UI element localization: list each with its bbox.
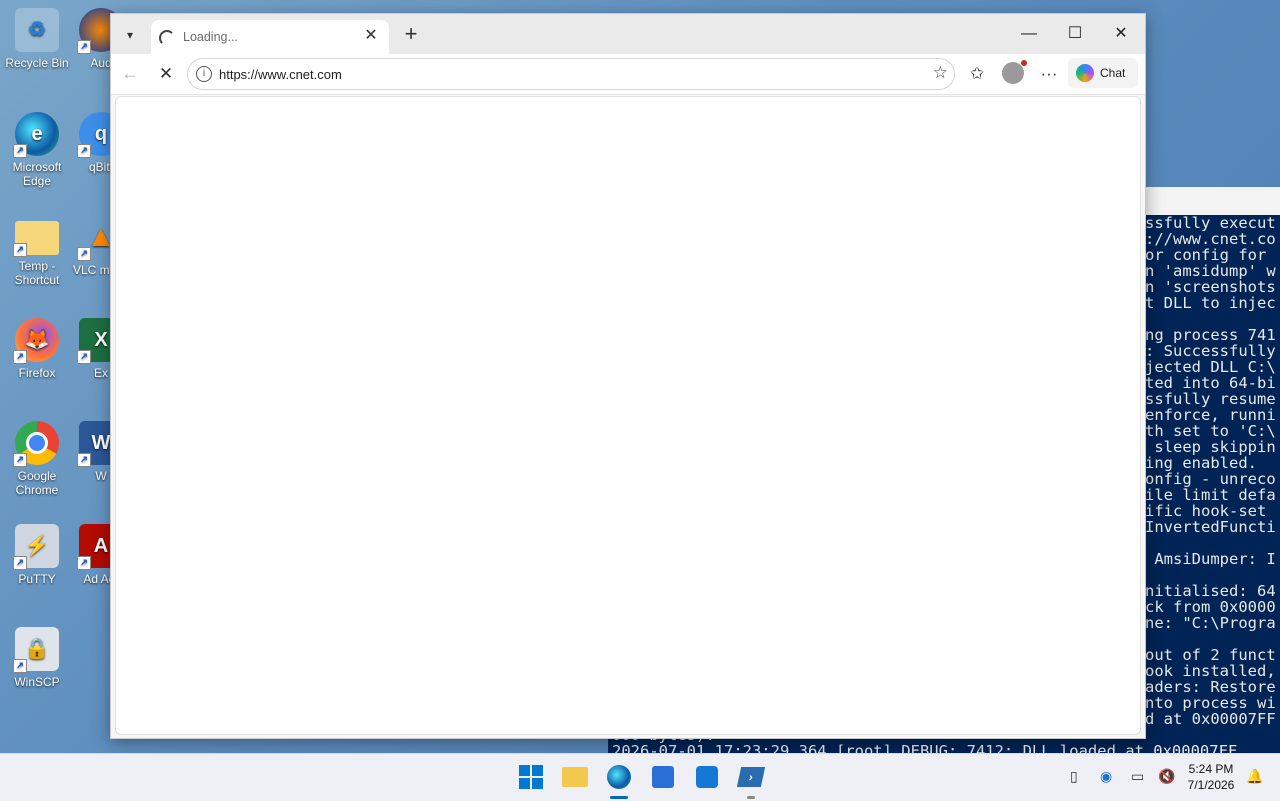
taskbar-file-explorer[interactable]: [560, 762, 590, 792]
shortcut-arrow-icon: ↗: [77, 453, 91, 467]
edge-icon: [607, 765, 631, 789]
favorites-button[interactable]: ✩: [964, 62, 990, 86]
putty-icon: ⚡ ↗: [13, 524, 59, 570]
security-icon[interactable]: ◉: [1100, 768, 1112, 785]
taskbar-store[interactable]: [648, 762, 678, 792]
desktop-icon-label: Recycle Bin: [5, 56, 69, 70]
desktop-icon-label: Google Chrome: [15, 469, 59, 497]
taskbar-outlook[interactable]: [692, 762, 722, 792]
shortcut-arrow-icon: ↗: [13, 556, 27, 570]
browser-window[interactable]: ▾ Loading... ✕ + — ☐ ✕ ← ✕ i https://www…: [110, 13, 1146, 739]
firefox-icon: 🦊 ↗: [13, 318, 59, 364]
favorites-icon: ✩: [969, 64, 985, 83]
shortcut-arrow-icon: ↗: [13, 659, 27, 673]
site-info-icon[interactable]: i: [196, 66, 212, 82]
desktop-icon-recycle-bin[interactable]: ♻ Recycle Bin: [0, 8, 74, 70]
taskbar-clock[interactable]: 5:24 PM 7/1/2026: [1180, 761, 1242, 793]
copilot-chat-button[interactable]: Chat: [1068, 58, 1138, 88]
maximize-button[interactable]: ☐: [1060, 22, 1090, 46]
desktop-icon-firefox[interactable]: 🦊 ↗ Firefox: [0, 318, 74, 380]
terminal-window[interactable]: ssfully execut ://www.cnet.co or config …: [1143, 187, 1280, 753]
desktop-icon-label: WinSCP: [14, 675, 60, 689]
tab-close-button[interactable]: ✕: [361, 26, 381, 46]
desktop-icon-edge[interactable]: e ↗ Microsoft Edge: [0, 112, 74, 188]
shortcut-arrow-icon: ↗: [77, 40, 91, 54]
tab-active[interactable]: Loading... ✕: [151, 20, 389, 54]
minimize-icon: —: [1021, 25, 1037, 42]
recycle-bin-icon: ♻: [15, 8, 59, 52]
back-arrow-icon: ←: [121, 64, 139, 83]
powershell-icon: ›: [736, 767, 766, 787]
shortcut-arrow-icon: ↗: [77, 247, 91, 261]
outlook-icon: [696, 766, 718, 788]
desktop-icon-label: PuTTY: [18, 572, 56, 586]
terminal-output: ssfully execut ://www.cnet.co or config …: [1145, 214, 1276, 728]
desktop-icon-chrome[interactable]: ↗ Google Chrome: [0, 421, 74, 497]
stop-loading-button[interactable]: ✕: [153, 62, 179, 86]
usb-icon[interactable]: ▯: [1070, 768, 1078, 785]
edge-active-indicator: [610, 796, 628, 799]
terminal-titlebar[interactable]: [1143, 187, 1280, 215]
close-icon: ✕: [158, 64, 174, 83]
folder-icon: [562, 767, 588, 787]
start-button[interactable]: [516, 762, 546, 792]
shortcut-arrow-icon: ↗: [77, 350, 91, 364]
desktop-icon-putty[interactable]: ⚡ ↗ PuTTY: [0, 524, 74, 586]
taskbar: › ▯ ◉ ▭ 🔇 5:24 PM 7/1/2026 🔔: [0, 753, 1280, 801]
desktop-icon-label: Microsoft Edge: [12, 160, 62, 188]
tab-strip[interactable]: ▾ Loading... ✕ + — ☐ ✕: [111, 14, 1145, 54]
shortcut-arrow-icon: ↗: [77, 144, 91, 158]
settings-more-button[interactable]: ···: [1036, 62, 1062, 86]
favorite-star-icon[interactable]: ☆: [933, 63, 948, 83]
minimize-button[interactable]: —: [1014, 22, 1044, 46]
chat-label: Chat: [1100, 66, 1126, 80]
plus-icon: +: [404, 21, 418, 46]
close-window-button[interactable]: ✕: [1106, 22, 1136, 46]
tab-title: Loading...: [183, 30, 238, 44]
windows-logo-icon: [519, 765, 543, 789]
shortcut-arrow-icon: ↗: [13, 350, 27, 364]
desktop-icon-temp-shortcut[interactable]: ↗ Temp - Shortcut: [0, 215, 74, 287]
store-icon: [652, 766, 674, 788]
loading-spinner-icon: [159, 30, 175, 46]
maximize-icon: ☐: [1067, 25, 1083, 42]
volume-muted-icon[interactable]: 🔇: [1158, 768, 1175, 785]
browser-toolbar: ← ✕ i https://www.cnet.com ☆ ✩ ··· Chat: [111, 54, 1145, 95]
close-icon: ✕: [1114, 25, 1128, 42]
shortcut-arrow-icon: ↗: [13, 453, 27, 467]
desktop-icon-label: Temp - Shortcut: [14, 259, 60, 287]
chevron-down-icon: ▾: [126, 28, 134, 42]
winscp-icon: 🔒 ↗: [13, 627, 59, 673]
notification-dot: [1021, 60, 1027, 66]
address-url[interactable]: https://www.cnet.com: [219, 67, 342, 82]
tab-actions-button[interactable]: ▾: [119, 24, 141, 46]
clock-time: 5:24 PM: [1188, 762, 1234, 776]
new-tab-button[interactable]: +: [399, 22, 423, 46]
powershell-running-indicator: [747, 796, 755, 799]
notification-bell-icon[interactable]: 🔔: [1246, 768, 1263, 785]
clock-date: 7/1/2026: [1187, 778, 1235, 792]
folder-icon: ↗: [13, 221, 59, 257]
shortcut-arrow-icon: ↗: [13, 243, 27, 257]
shortcut-arrow-icon: ↗: [13, 144, 27, 158]
profile-button[interactable]: [1002, 60, 1027, 84]
more-icon: ···: [1040, 64, 1058, 83]
copilot-icon: [1076, 64, 1094, 82]
shortcut-arrow-icon: ↗: [77, 556, 91, 570]
desktop-icon-winscp[interactable]: 🔒 ↗ WinSCP: [0, 627, 74, 689]
desktop-icon-label: Firefox: [18, 366, 56, 380]
taskbar-powershell[interactable]: ›: [736, 762, 766, 792]
edge-icon: e ↗: [13, 112, 59, 158]
page-content-area[interactable]: [115, 96, 1141, 735]
taskbar-edge[interactable]: [604, 762, 634, 792]
close-icon: ✕: [364, 27, 378, 44]
network-icon[interactable]: ▭: [1131, 768, 1144, 785]
chrome-icon: ↗: [13, 421, 59, 467]
back-button[interactable]: ←: [117, 62, 143, 86]
address-bar[interactable]: i https://www.cnet.com ☆: [187, 58, 955, 90]
